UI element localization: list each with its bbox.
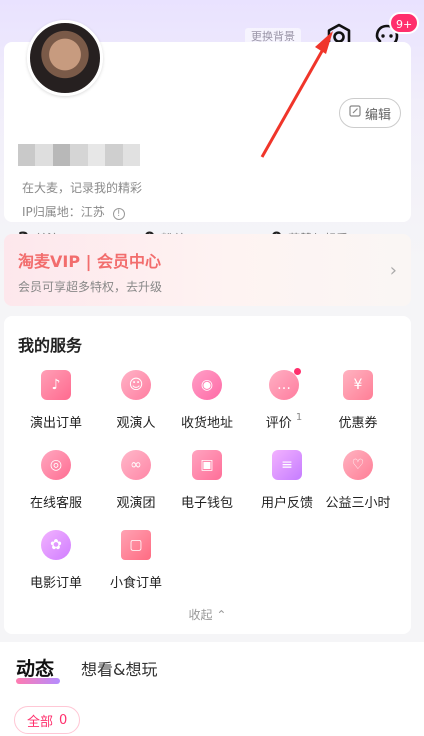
service-feedback[interactable]: ≡ 用户反馈: [247, 450, 327, 511]
service-label: 观演团: [116, 496, 156, 511]
service-attendee[interactable]: ☺ 观演人: [96, 370, 176, 431]
service-label: 评价 1: [244, 412, 324, 431]
service-label: 小食订单: [109, 576, 162, 591]
service-review-count: 1: [295, 412, 303, 423]
filter-count: 0: [59, 712, 68, 728]
service-label: 演出订单: [29, 416, 82, 431]
service-movie-orders[interactable]: ✿ 电影订单: [16, 530, 96, 591]
service-group[interactable]: ∞ 观演团: [96, 450, 176, 511]
services-panel: 我的服务 ♪ 演出订单 ☺ 观演人 ◉ 收货地址 … 评价 1 ¥ 优惠券 ◎ …: [4, 316, 411, 634]
feedback-icon: ≡: [272, 450, 302, 480]
edit-profile-button[interactable]: 编辑: [339, 98, 401, 128]
service-label: 优惠券: [338, 416, 378, 431]
chevron-up-icon: ⌃: [216, 608, 227, 622]
tab-active-indicator: [16, 678, 60, 684]
service-label: 电影订单: [29, 576, 82, 591]
film-icon: ✿: [41, 530, 71, 560]
profile-bio: 在大麦，记录我的精彩: [22, 181, 143, 195]
chevron-right-icon: ›: [389, 260, 397, 281]
comment-icon: …: [269, 370, 299, 400]
service-label: 电子钱包: [180, 496, 233, 511]
service-charity[interactable]: ♡ 公益三小时: [318, 450, 398, 511]
snack-icon: ▢: [121, 530, 151, 560]
services-title: 我的服务: [18, 336, 83, 355]
edit-icon: [349, 105, 361, 121]
username-blurred: [18, 144, 140, 166]
filter-all-pill[interactable]: 全部 0: [14, 706, 81, 734]
service-label: 用户反馈: [260, 496, 313, 511]
feed-tabs: 动态 想看&想玩 全部 0: [0, 642, 424, 736]
service-label: 收货地址: [180, 416, 233, 431]
glasses-icon: ∞: [121, 450, 151, 480]
ticket-icon: ♪: [41, 370, 71, 400]
service-wallet[interactable]: ▣ 电子钱包: [167, 450, 247, 511]
ip-value: 江苏: [80, 205, 105, 219]
ip-location: IP归属地：江苏 !: [22, 203, 125, 220]
tab-want-see[interactable]: 想看&想玩: [81, 656, 157, 680]
service-label-text: 评价: [265, 416, 292, 431]
edit-label: 编辑: [364, 107, 391, 123]
person-icon: ☺: [121, 370, 151, 400]
service-label: 公益三小时: [325, 496, 391, 511]
service-show-orders[interactable]: ♪ 演出订单: [16, 370, 96, 431]
charity-icon: ♡: [343, 450, 373, 480]
service-label: 在线客服: [29, 496, 82, 511]
collapse-button[interactable]: 收起 ⌃: [4, 606, 411, 623]
service-coupon[interactable]: ¥ 优惠券: [318, 370, 398, 431]
vip-subtitle: 会员可享超多特权，去升级: [18, 280, 163, 294]
ip-label: IP归属地：: [22, 205, 81, 219]
service-address[interactable]: ◉ 收货地址: [167, 370, 247, 431]
service-review[interactable]: … 评价 1: [244, 370, 324, 431]
service-online-support[interactable]: ◎ 在线客服: [16, 450, 96, 511]
coupon-icon: ¥: [343, 370, 373, 400]
info-icon[interactable]: !: [112, 208, 125, 220]
vip-title: 淘麦VIP | 会员中心: [18, 252, 162, 271]
avatar[interactable]: [27, 20, 103, 96]
vip-card[interactable]: 淘麦VIP | 会员中心 会员可享超多特权，去升级 ›: [4, 234, 411, 306]
tab-activity[interactable]: 动态: [16, 654, 54, 681]
notification-dot: [294, 368, 301, 375]
collapse-label: 收起: [188, 608, 213, 622]
service-icon: ◎: [41, 450, 71, 480]
service-label: 观演人: [116, 416, 156, 431]
message-badge: 9+: [389, 12, 420, 34]
service-snack-orders[interactable]: ▢ 小食订单: [96, 530, 176, 591]
location-icon: ◉: [192, 370, 222, 400]
wallet-icon: ▣: [192, 450, 222, 480]
filter-label: 全部: [27, 714, 54, 730]
